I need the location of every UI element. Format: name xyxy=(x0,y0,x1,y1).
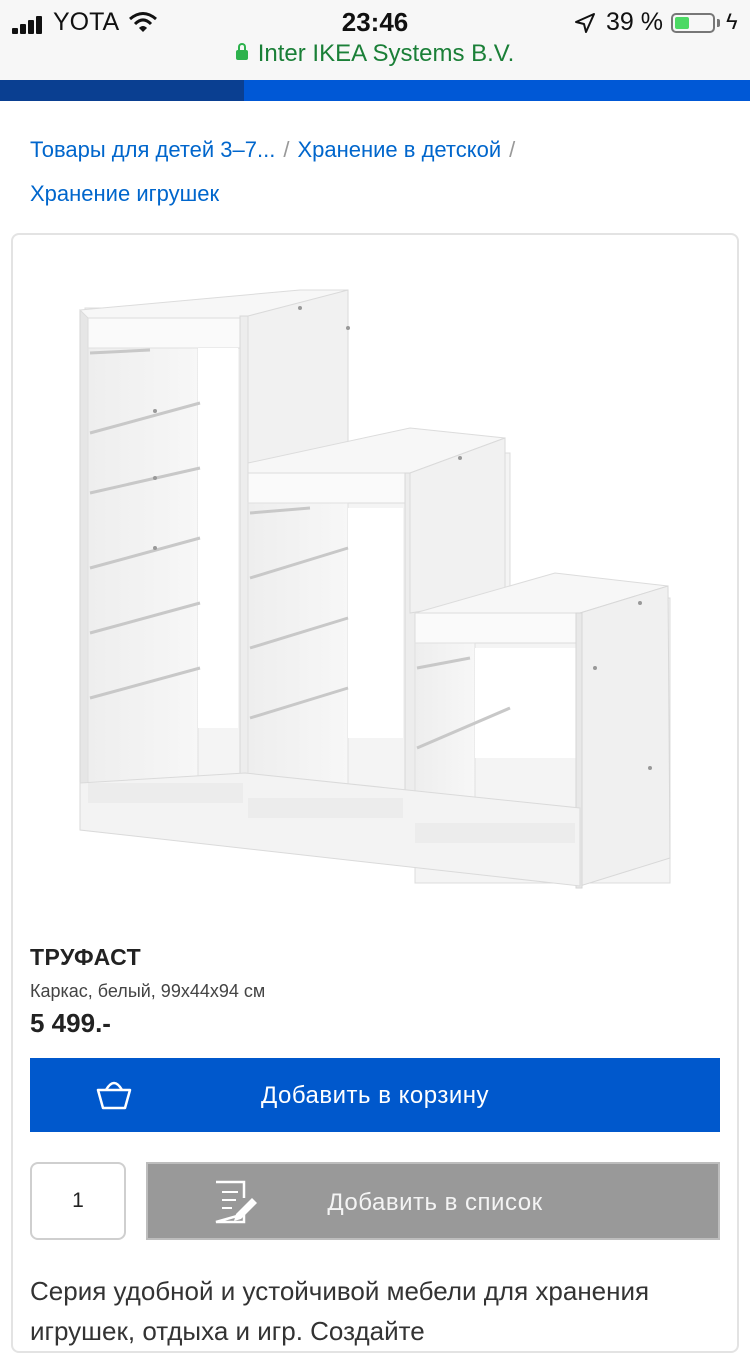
breadcrumb-kids-storage[interactable]: Хранение в детской xyxy=(297,137,501,162)
location-arrow-icon xyxy=(575,13,595,33)
battery-tip xyxy=(717,19,720,27)
product-description: Каркас, белый, 99x44x94 см xyxy=(30,981,266,1001)
status-bar: YOTA 23:46 39 % ϟ Inter IKEA Systems B.V… xyxy=(0,0,750,80)
breadcrumb-separator: / xyxy=(509,137,516,162)
quantity-input[interactable] xyxy=(30,1162,126,1240)
product-image[interactable] xyxy=(50,268,700,908)
add-to-list-label: Добавить в список xyxy=(327,1189,543,1216)
address-bar[interactable]: Inter IKEA Systems B.V. xyxy=(0,40,750,68)
breadcrumb: Товары для детей 3–7... / Хранение в детск… xyxy=(30,128,730,216)
add-to-cart-button[interactable]: Добавить в корзину xyxy=(30,1058,720,1132)
battery-level xyxy=(675,17,689,29)
charging-bolt-icon: ϟ xyxy=(726,9,738,34)
product-long-description: Серия удобной и устойчивой мебели для хр… xyxy=(30,1276,650,1346)
add-to-cart-label: Добавить в корзину xyxy=(260,1082,489,1109)
breadcrumb-toy-storage[interactable]: Хранение игрушек xyxy=(30,181,219,206)
site-owner: Inter IKEA Systems B.V. xyxy=(257,40,515,67)
breadcrumb-kids-products[interactable]: Товары для детей 3–7... xyxy=(30,137,275,162)
page-load-progress xyxy=(0,80,750,101)
product-price: 5 499.- xyxy=(30,1008,111,1038)
breadcrumb-separator: / xyxy=(283,137,290,162)
battery-percentage: 39 % xyxy=(606,8,663,36)
page-load-progress-fill xyxy=(0,80,244,101)
battery-icon xyxy=(671,13,715,33)
lock-icon xyxy=(235,43,248,60)
product-name: ТРУФАСТ xyxy=(30,944,142,970)
add-to-list-button[interactable]: Добавить в список xyxy=(146,1162,720,1240)
